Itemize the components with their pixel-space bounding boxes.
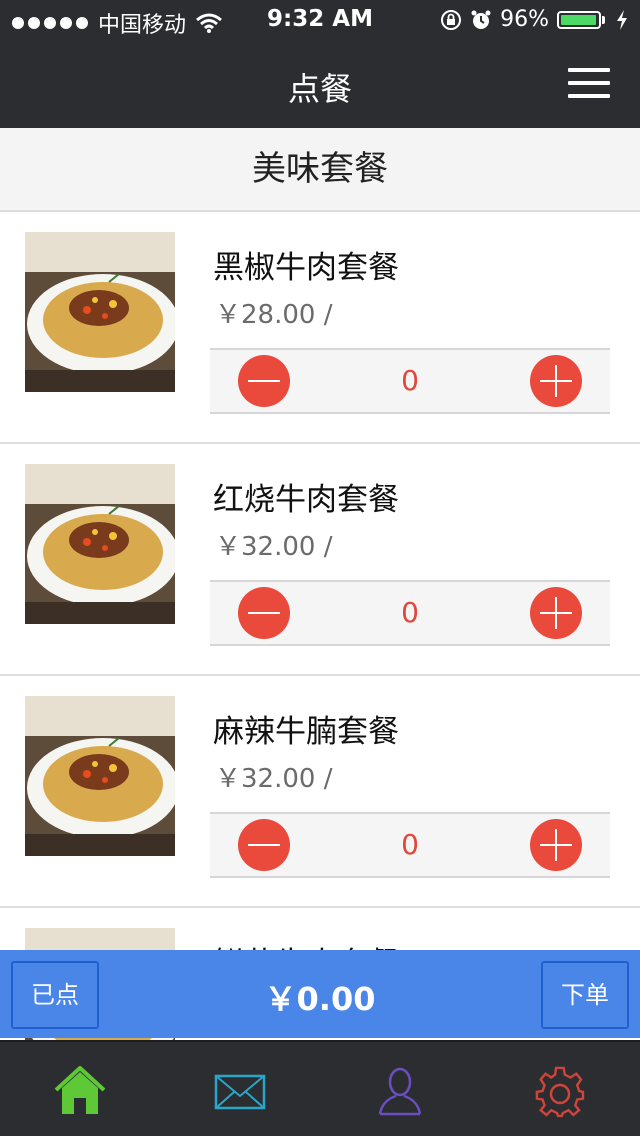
mail-icon [214, 1074, 266, 1110]
alarm-icon [471, 10, 491, 29]
status-bar: 中国移动 9:32 AM 96% [0, 0, 640, 40]
settings-icon [535, 1066, 585, 1118]
quantity-stepper: 0 [210, 580, 610, 646]
increase-button[interactable] [530, 819, 582, 871]
cart-bar: 已点 ￥0.00 下单 [0, 950, 640, 1038]
battery-percent: 96% [500, 7, 549, 32]
dish-price: ￥32.00 / [215, 764, 333, 794]
app-screen: 中国移动 9:32 AM 96% 点餐 美味套餐 黑椒牛肉套餐 ￥28.00 /… [0, 0, 640, 1136]
dish-name: 麻辣牛腩套餐 [213, 714, 399, 750]
nav-bar: 点餐 [0, 40, 640, 128]
dish-image [25, 464, 175, 624]
tab-settings[interactable] [534, 1066, 586, 1118]
battery-icon [557, 10, 605, 29]
dish-image [25, 696, 175, 856]
list-item: 红烧牛肉套餐 ￥32.00 / 0 [0, 444, 640, 676]
home-icon [54, 1065, 106, 1114]
increase-button[interactable] [530, 355, 582, 407]
quantity-stepper: 0 [210, 812, 610, 878]
minus-icon [248, 844, 280, 846]
quantity-stepper: 0 [210, 348, 610, 414]
decrease-button[interactable] [238, 587, 290, 639]
submit-order-button[interactable]: 下单 [541, 961, 629, 1029]
tab-profile[interactable] [374, 1066, 426, 1118]
quantity-value: 0 [401, 828, 419, 861]
quantity-value: 0 [401, 364, 419, 397]
increase-button[interactable] [530, 587, 582, 639]
user-icon [378, 1067, 422, 1116]
list-item: 黑椒牛肉套餐 ￥28.00 / 0 [0, 212, 640, 444]
dish-image [25, 232, 175, 392]
decrease-button[interactable] [238, 355, 290, 407]
dish-price: ￥28.00 / [215, 300, 333, 330]
tab-bar [0, 1040, 640, 1136]
dish-name: 黑椒牛肉套餐 [213, 250, 399, 286]
menu-button[interactable] [568, 68, 610, 100]
tab-messages[interactable] [214, 1066, 266, 1118]
section-title: 美味套餐 [0, 128, 640, 212]
page-title: 点餐 [287, 70, 352, 108]
tab-home[interactable] [54, 1065, 106, 1118]
decrease-button[interactable] [238, 819, 290, 871]
rotation-lock-icon [441, 9, 462, 30]
minus-icon [248, 380, 280, 382]
minus-icon [248, 612, 280, 614]
status-right: 96% [440, 7, 628, 32]
dish-price: ￥32.00 / [215, 532, 333, 562]
dish-name: 红烧牛肉套餐 [213, 482, 399, 518]
list-item: 麻辣牛腩套餐 ￥32.00 / 0 [0, 676, 640, 908]
charging-bolt-icon [617, 9, 627, 30]
quantity-value: 0 [401, 596, 419, 629]
hamburger-icon [568, 68, 610, 72]
